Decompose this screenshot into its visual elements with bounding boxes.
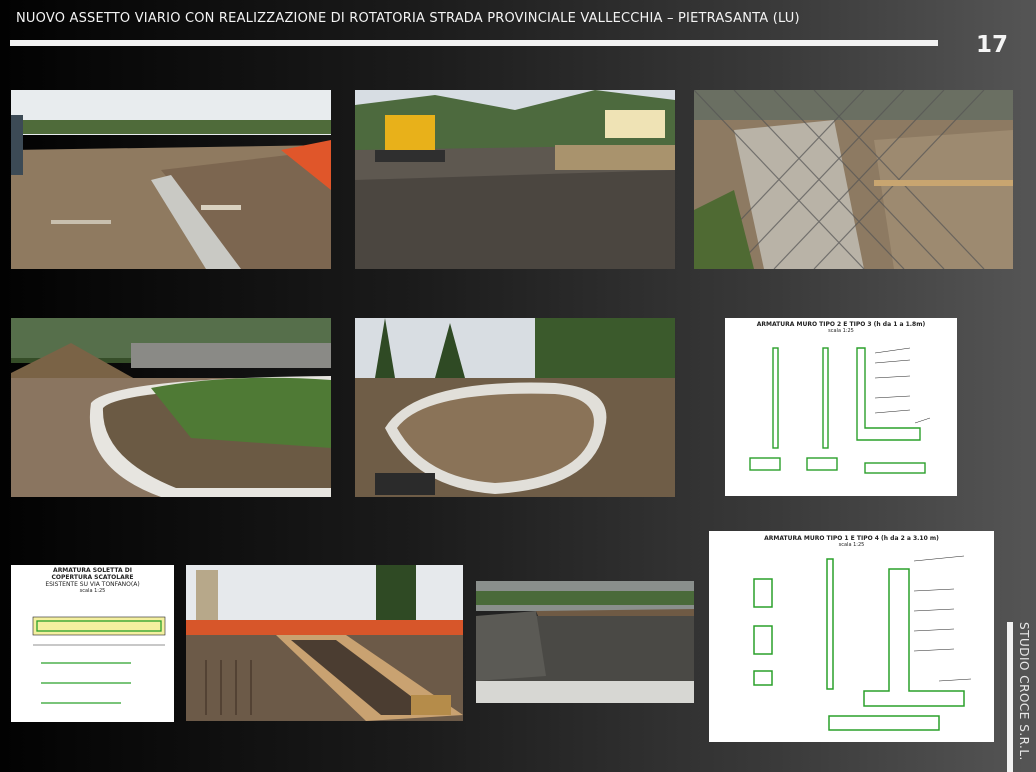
company-label: STUDIO CROCE S.R.L. xyxy=(1017,622,1031,761)
drawing-muro-tipo-2: ARMATURA MURO TIPO 2 E TIPO 3 (h da 1 a … xyxy=(725,318,957,496)
page-number: 17 xyxy=(976,32,1009,58)
photo-roundabout-curb xyxy=(11,318,331,497)
drawing-muro-tipo-2-scale: scala 1:25 xyxy=(828,328,854,334)
slide-title: NUOVO ASSETTO VIARIO CON REALIZZAZIONE D… xyxy=(16,11,800,26)
drawing-muro-tipo-1-scale: scala 1:25 xyxy=(838,542,865,548)
photo-reinforcement-fence xyxy=(694,90,1013,269)
photo-roundabout-island xyxy=(355,318,675,497)
photo-excavator-site xyxy=(355,90,675,269)
photo-excavation-wall xyxy=(476,581,694,703)
drawing-muro-tipo-1: ARMATURA MURO TIPO 1 E TIPO 4 (h da 2 a … xyxy=(709,531,994,742)
drawing-soletta-scale: scala 1:25 xyxy=(79,588,106,594)
drawing-soletta-scatolare: ARMATURA SOLETTA DI COPERTURA SCATOLARE … xyxy=(11,565,174,722)
side-accent-bar xyxy=(1007,622,1013,772)
photo-excavation-trench xyxy=(11,90,331,269)
title-rule xyxy=(10,40,938,46)
photo-rebar-channel xyxy=(186,565,463,721)
